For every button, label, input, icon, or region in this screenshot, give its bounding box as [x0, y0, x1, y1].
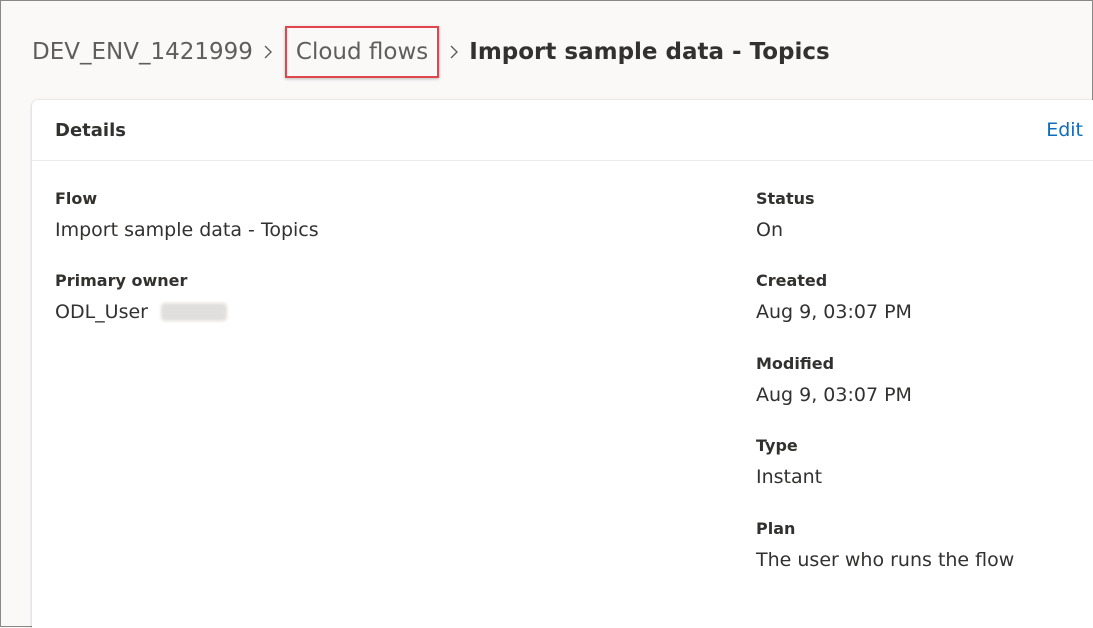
field-type: Type Instant: [756, 436, 822, 489]
breadcrumb-highlight-box: Cloud flows: [284, 26, 440, 78]
breadcrumb-current-page: Import sample data - Topics: [469, 39, 830, 65]
field-modified-value: Aug 9, 03:07 PM: [756, 384, 912, 406]
breadcrumb-cloud-flows[interactable]: Cloud flows: [296, 39, 428, 65]
field-flow-value: Import sample data - Topics: [55, 219, 319, 241]
edit-link[interactable]: Edit: [1046, 119, 1083, 141]
field-modified-label: Modified: [756, 354, 835, 373]
field-flow-label: Flow: [55, 189, 98, 208]
details-title: Details: [55, 120, 126, 141]
field-status-label: Status: [756, 189, 815, 208]
field-status-value: On: [756, 219, 783, 241]
field-modified: Modified Aug 9, 03:07 PM: [756, 354, 912, 407]
field-created: Created Aug 9, 03:07 PM: [756, 271, 912, 324]
field-plan-label: Plan: [756, 519, 796, 538]
field-primary-owner-value: ODL_User: [55, 301, 148, 323]
details-card: Details Edit Flow Import sample data - T…: [32, 100, 1093, 628]
field-flow: Flow Import sample data - Topics: [55, 189, 319, 242]
field-created-label: Created: [756, 271, 828, 290]
chevron-right-icon: [441, 45, 467, 59]
field-status: Status On: [756, 189, 815, 242]
field-type-label: Type: [756, 436, 798, 455]
field-primary-owner-label: Primary owner: [55, 271, 188, 290]
field-plan: Plan The user who runs the flow: [756, 519, 1014, 572]
field-created-value: Aug 9, 03:07 PM: [756, 301, 912, 323]
redacted-text: [160, 303, 227, 321]
field-type-value: Instant: [756, 466, 823, 488]
breadcrumb: DEV_ENV_1421999 Cloud flows Import sampl…: [32, 26, 830, 78]
chevron-right-icon: [255, 45, 281, 59]
field-primary-owner-value-row: ODL_User: [55, 300, 227, 324]
field-primary-owner: Primary owner ODL_User: [55, 271, 227, 324]
details-card-header: Details Edit: [32, 100, 1093, 161]
breadcrumb-environment[interactable]: DEV_ENV_1421999: [32, 39, 253, 65]
field-plan-value: The user who runs the flow: [756, 549, 1015, 571]
